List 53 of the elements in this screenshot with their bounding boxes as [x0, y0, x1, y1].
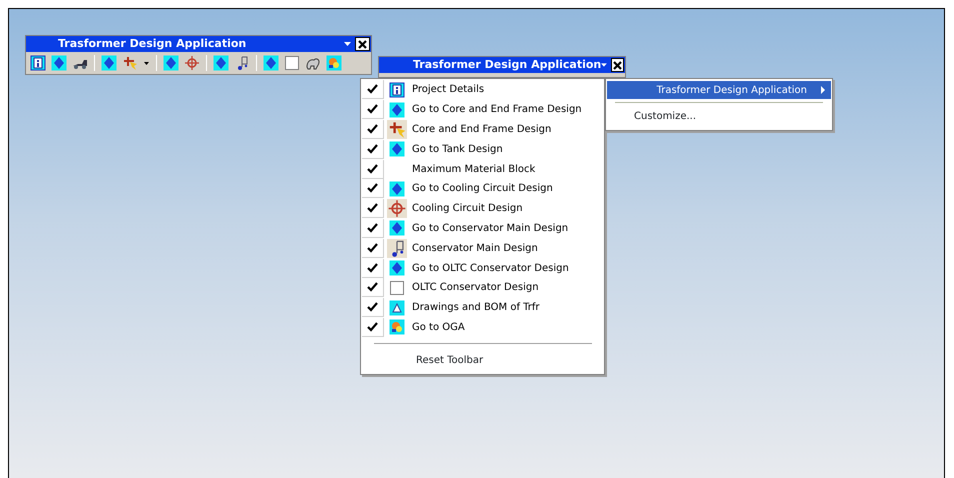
toolbar-title: Trasformer Design Application	[58, 36, 248, 52]
menu-item[interactable]: Go to OLTC Conservator Design	[362, 258, 604, 278]
close-icon	[613, 60, 622, 70]
info-icon	[389, 82, 405, 98]
colorful-icon	[389, 319, 405, 336]
diamond-icon	[389, 180, 405, 197]
toolbar-button[interactable]	[325, 54, 343, 72]
diamond-icon	[51, 55, 67, 71]
toolbar-button[interactable]	[262, 54, 280, 72]
toolbar-button[interactable]	[29, 54, 47, 72]
menu-item[interactable]: Customize...	[607, 103, 831, 128]
close-icon	[358, 40, 367, 48]
dropdown-arrow-icon	[601, 63, 608, 67]
menu-item[interactable]: Maximum Material Block	[362, 159, 604, 179]
diamond-icon	[101, 55, 117, 71]
dropdown-arrow-icon	[344, 42, 351, 46]
menu-item[interactable]: Go to Cooling Circuit Design	[362, 178, 604, 199]
caret-icon	[144, 62, 149, 64]
blank-icon	[284, 55, 300, 71]
toolbar-button[interactable]	[212, 54, 230, 72]
crosshair-arrow-icon	[122, 55, 138, 71]
menu-item[interactable]: Project Details	[362, 80, 604, 100]
toolbar-button[interactable]	[50, 54, 68, 72]
menu-item[interactable]: Go to Tank Design	[362, 139, 604, 160]
note-icon	[387, 238, 407, 258]
toolbar-button[interactable]	[100, 54, 118, 72]
diamond-icon	[389, 260, 405, 276]
info-icon	[30, 55, 46, 71]
menu-item[interactable]: Go to OGA	[362, 318, 604, 338]
diamond-icon	[163, 55, 179, 71]
crosshair-icon	[387, 199, 407, 218]
blank-icon	[389, 280, 405, 296]
diamond-icon	[389, 141, 405, 158]
diamond-icon	[389, 102, 405, 118]
diamond-icon	[263, 55, 279, 71]
menu-item[interactable]: Reset Toolbar	[362, 350, 604, 370]
menu-item[interactable]: Trasformer Design Application	[607, 81, 831, 99]
menu-item[interactable]: Go to Core and End Frame Design	[362, 100, 604, 120]
menu-item[interactable]: Conservator Main Design	[362, 238, 604, 258]
menu-item[interactable]: Go to Conservator Main Design	[362, 218, 604, 238]
close-button[interactable]	[355, 37, 370, 51]
menu-item[interactable]: OLTC Conservator Design	[362, 278, 604, 298]
colorful-icon	[326, 55, 342, 71]
diamond-icon	[213, 55, 229, 71]
menu-item[interactable]: Core and End Frame Design	[362, 120, 604, 140]
submenu-arrow-icon	[821, 86, 825, 94]
crosshair-icon	[184, 55, 200, 71]
toolbar-title: Trasformer Design Application	[413, 56, 602, 73]
toolbar-button[interactable]	[162, 54, 180, 72]
menu-item[interactable]: Cooling Circuit Design	[362, 198, 604, 219]
menu-item[interactable]: Drawings and BOM of Trfr	[362, 298, 604, 318]
diamond-icon	[389, 220, 405, 236]
close-button[interactable]	[611, 58, 624, 72]
